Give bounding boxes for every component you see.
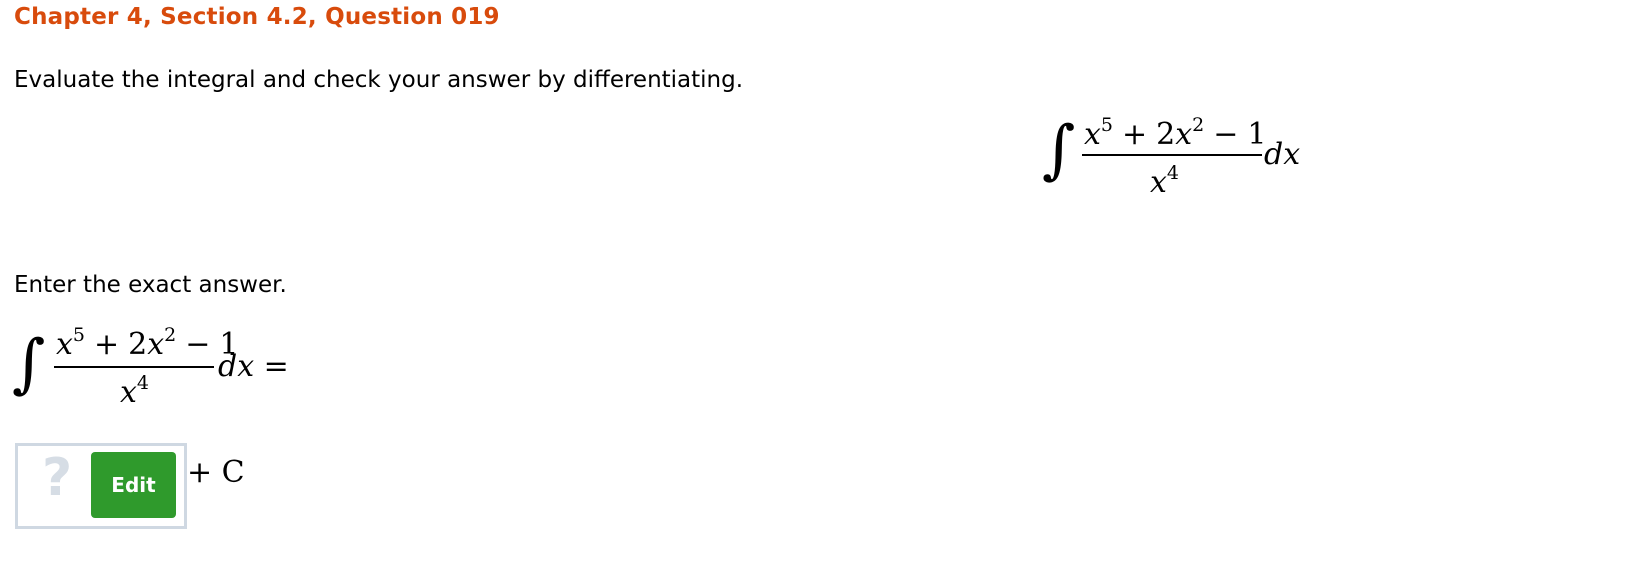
differential-equals: dx = [218,349,289,384]
differential: dx [1264,137,1301,172]
integral-expression: ∫ x5 +2x2−1 x4 dx [1040,112,1300,202]
integrand-numerator: x5 +2x2−1 [56,324,239,362]
question-instruction: Evaluate the integral and check your ans… [14,67,744,93]
integral-sign: ∫ [1042,113,1076,187]
answer-integral-expression: ∫ x5 +2x2−1 x4 dx = [12,326,312,416]
integrand-denominator: x4 [1150,162,1180,200]
fraction-bar [54,366,214,368]
integrand-numerator: x5 +2x2−1 [1084,114,1267,152]
page-title: Chapter 4, Section 4.2, Question 019 [14,4,500,30]
edit-button[interactable]: Edit [91,452,176,518]
question-mark-icon: ? [42,448,73,508]
answer-input-box[interactable]: ? Edit [15,443,187,529]
fraction-bar [1082,154,1262,156]
integrand-denominator: x4 [120,372,150,410]
answer-prompt: Enter the exact answer. [14,272,287,298]
integral-sign: ∫ [12,327,46,401]
constant-of-integration: + C [187,455,245,490]
